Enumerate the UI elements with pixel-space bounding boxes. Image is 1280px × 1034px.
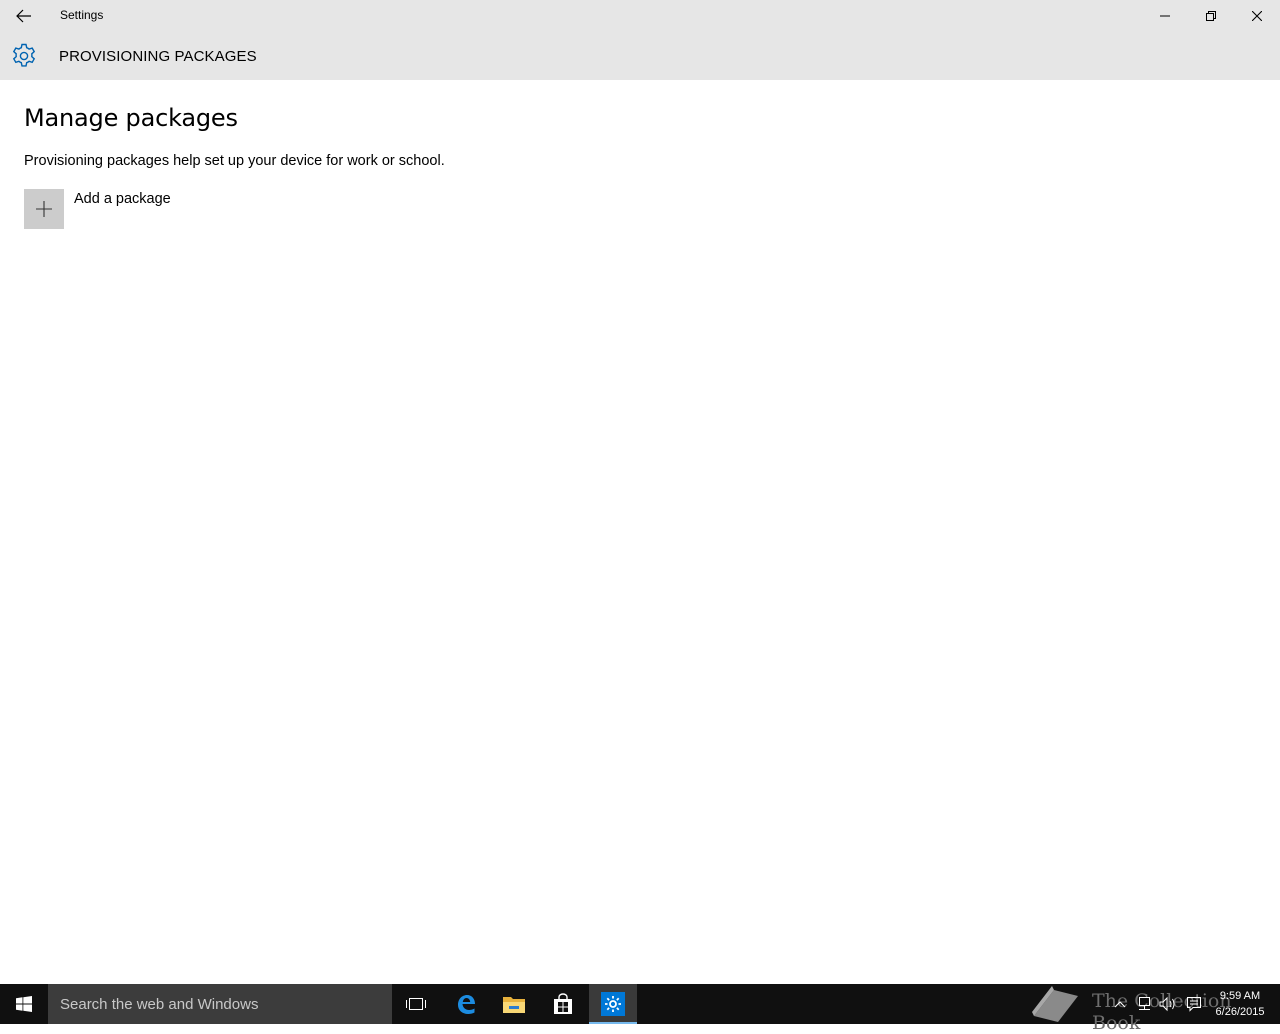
page-header: PROVISIONING PACKAGES <box>0 32 1280 80</box>
window-title: Settings <box>60 8 104 22</box>
add-package-label[interactable]: Add a package <box>74 191 171 207</box>
action-center-icon <box>1187 997 1201 1012</box>
back-arrow-icon <box>16 9 31 23</box>
page-section-title: PROVISIONING PACKAGES <box>59 48 257 65</box>
network-button[interactable] <box>1134 994 1154 1014</box>
volume-icon <box>1159 996 1175 1012</box>
show-hidden-icons-button[interactable] <box>1110 994 1130 1014</box>
store-icon <box>554 993 572 1014</box>
search-box[interactable]: Search the web and Windows <box>48 984 392 1024</box>
edge-icon <box>458 995 475 1014</box>
close-button[interactable] <box>1234 0 1280 32</box>
page-description: Provisioning packages help set up your d… <box>24 153 445 169</box>
add-package-button[interactable]: Add a package <box>24 189 224 229</box>
restore-icon <box>1206 11 1216 21</box>
minimize-button[interactable] <box>1142 0 1188 32</box>
book-icon <box>1032 986 1078 1022</box>
windows-logo-icon <box>16 996 32 1012</box>
clock[interactable]: 9:59 AM 6/26/2015 <box>1208 988 1272 1022</box>
network-icon <box>1139 997 1150 1010</box>
close-icon <box>1252 11 1262 21</box>
plus-icon <box>36 201 52 217</box>
chevron-up-icon <box>1114 1001 1126 1008</box>
store-button[interactable] <box>539 984 587 1024</box>
add-tile[interactable] <box>24 189 64 229</box>
minimize-icon <box>1160 15 1170 17</box>
task-view-button[interactable] <box>392 984 440 1024</box>
taskbar: Search the web and Windows The Collectio… <box>0 984 1280 1034</box>
file-explorer-icon <box>503 997 525 1013</box>
gear-icon <box>12 43 36 67</box>
file-explorer-button[interactable] <box>490 984 538 1024</box>
title-bar: Settings <box>0 0 1280 32</box>
start-button[interactable] <box>0 984 48 1024</box>
volume-button[interactable] <box>1158 994 1178 1014</box>
search-placeholder[interactable]: Search the web and Windows <box>60 996 258 1013</box>
main-content: Manage packages Provisioning packages he… <box>0 80 1280 984</box>
settings-icon <box>601 992 625 1016</box>
task-view-icon <box>406 998 426 1010</box>
restore-button[interactable] <box>1188 0 1234 32</box>
page-title: Manage packages <box>24 104 238 132</box>
settings-taskbar-button[interactable] <box>589 984 637 1024</box>
action-center-button[interactable] <box>1184 994 1204 1014</box>
clock-date: 6/26/2015 <box>1215 1006 1265 1018</box>
edge-button[interactable] <box>442 984 490 1024</box>
back-button[interactable] <box>0 0 48 32</box>
clock-time: 9:59 AM <box>1219 990 1261 1002</box>
